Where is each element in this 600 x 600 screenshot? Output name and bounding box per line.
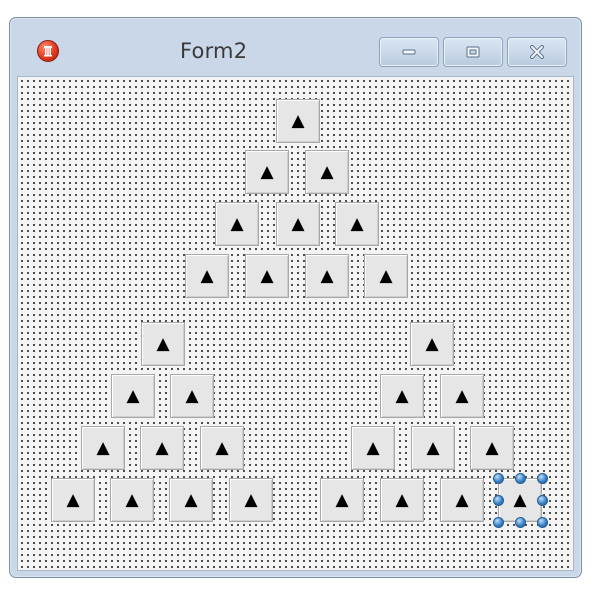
triangle-up-icon: ▲ — [320, 265, 334, 286]
resize-handle[interactable] — [537, 473, 548, 484]
triangle-up-icon: ▲ — [426, 437, 440, 458]
triangle-up-icon: ▲ — [215, 437, 229, 458]
triangle-up-icon: ▲ — [366, 437, 380, 458]
triangle-up-icon: ▲ — [395, 489, 409, 510]
triangle-up-icon: ▲ — [379, 265, 393, 286]
tri-btn-5[interactable]: ▲ — [276, 202, 320, 246]
triangle-up-icon: ▲ — [185, 385, 199, 406]
tri-btn-27[interactable]: ▲ — [320, 478, 364, 522]
tri-btn-28[interactable]: ▲ — [380, 478, 424, 522]
maximize-icon — [466, 46, 480, 58]
tri-btn-10[interactable]: ▲ — [364, 254, 408, 298]
tri-btn-19[interactable]: ▲ — [169, 478, 213, 522]
tri-btn-16[interactable]: ▲ — [200, 426, 244, 470]
triangle-up-icon: ▲ — [455, 385, 469, 406]
tri-btn-18[interactable]: ▲ — [110, 478, 154, 522]
triangle-up-icon: ▲ — [125, 489, 139, 510]
tri-btn-29[interactable]: ▲ — [440, 478, 484, 522]
resize-handle[interactable] — [493, 473, 504, 484]
tri-btn-12[interactable]: ▲ — [111, 374, 155, 418]
triangle-up-icon: ▲ — [126, 385, 140, 406]
triangle-up-icon: ▲ — [156, 333, 170, 354]
minimize-button[interactable] — [379, 37, 439, 67]
triangle-up-icon: ▲ — [230, 213, 244, 234]
title-bar[interactable]: Form2 — [10, 18, 581, 76]
triangle-up-icon: ▲ — [244, 489, 258, 510]
resize-handle[interactable] — [515, 517, 526, 528]
tri-btn-17[interactable]: ▲ — [51, 478, 95, 522]
tri-btn-7[interactable]: ▲ — [185, 254, 229, 298]
tri-btn-11[interactable]: ▲ — [141, 322, 185, 366]
tri-btn-23[interactable]: ▲ — [440, 374, 484, 418]
triangle-up-icon: ▲ — [184, 489, 198, 510]
tri-btn-26[interactable]: ▲ — [470, 426, 514, 470]
app-icon[interactable] — [37, 40, 59, 62]
minimize-icon — [402, 49, 416, 55]
triangle-up-icon: ▲ — [395, 385, 409, 406]
triangle-up-icon: ▲ — [350, 213, 364, 234]
resize-handle[interactable] — [493, 495, 504, 506]
tri-btn-14[interactable]: ▲ — [81, 426, 125, 470]
triangle-up-icon: ▲ — [66, 489, 80, 510]
tri-btn-15[interactable]: ▲ — [140, 426, 184, 470]
triangle-up-icon: ▲ — [260, 161, 274, 182]
tri-btn-20[interactable]: ▲ — [229, 478, 273, 522]
tri-btn-25[interactable]: ▲ — [411, 426, 455, 470]
tri-btn-8[interactable]: ▲ — [245, 254, 289, 298]
tri-btn-6[interactable]: ▲ — [335, 202, 379, 246]
maximize-button[interactable] — [443, 37, 503, 67]
triangle-up-icon: ▲ — [155, 437, 169, 458]
triangle-up-icon: ▲ — [320, 161, 334, 182]
tri-btn-21[interactable]: ▲ — [410, 322, 454, 366]
tri-btn-30[interactable]: ▲ — [498, 478, 542, 522]
resize-handle[interactable] — [515, 473, 526, 484]
triangle-up-icon: ▲ — [335, 489, 349, 510]
resize-handle[interactable] — [537, 495, 548, 506]
triangle-up-icon: ▲ — [455, 489, 469, 510]
tri-btn-22[interactable]: ▲ — [380, 374, 424, 418]
close-button[interactable] — [507, 37, 567, 67]
triangle-up-icon: ▲ — [200, 265, 214, 286]
tri-btn-13[interactable]: ▲ — [170, 374, 214, 418]
tri-btn-9[interactable]: ▲ — [305, 254, 349, 298]
triangle-up-icon: ▲ — [291, 213, 305, 234]
triangle-up-icon: ▲ — [291, 110, 305, 131]
triangle-up-icon: ▲ — [485, 437, 499, 458]
triangle-up-icon: ▲ — [260, 265, 274, 286]
close-icon — [530, 45, 544, 59]
resize-handle[interactable] — [493, 517, 504, 528]
triangle-up-icon: ▲ — [513, 489, 527, 510]
tri-btn-24[interactable]: ▲ — [351, 426, 395, 470]
tri-btn-4[interactable]: ▲ — [215, 202, 259, 246]
window-title: Form2 — [180, 39, 248, 63]
triangle-up-icon: ▲ — [425, 333, 439, 354]
resize-handle[interactable] — [537, 517, 548, 528]
tri-btn-1[interactable]: ▲ — [276, 99, 320, 143]
tri-btn-2[interactable]: ▲ — [245, 150, 289, 194]
triangle-up-icon: ▲ — [96, 437, 110, 458]
form-client-area[interactable] — [17, 76, 574, 571]
tri-btn-3[interactable]: ▲ — [305, 150, 349, 194]
